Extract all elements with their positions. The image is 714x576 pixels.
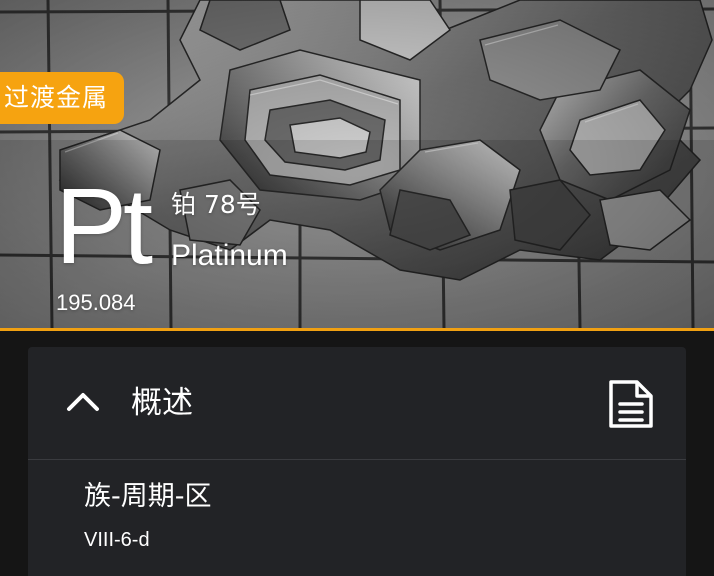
atomic-mass: 195.084	[56, 290, 136, 315]
element-hero: 过渡金属 Pt 铂 78号 Platinum 195.084	[0, 0, 714, 328]
element-name-en: Platinum	[171, 239, 288, 272]
element-symbol: Pt	[55, 165, 153, 286]
property-value: VIII-6-d	[84, 529, 150, 551]
property-label: 族-周期-区	[84, 481, 212, 512]
overview-title: 概述	[131, 385, 193, 421]
chevron-up-icon[interactable]	[66, 389, 100, 413]
overview-card: 概述 族-周期-区 VIII-6-d	[28, 347, 686, 576]
document-icon[interactable]	[607, 378, 655, 430]
accent-divider	[0, 328, 714, 331]
category-badge: 过渡金属	[0, 72, 124, 124]
overview-card-header[interactable]: 概述	[28, 347, 686, 460]
element-name-cn-number: 铂 78号	[171, 190, 261, 219]
